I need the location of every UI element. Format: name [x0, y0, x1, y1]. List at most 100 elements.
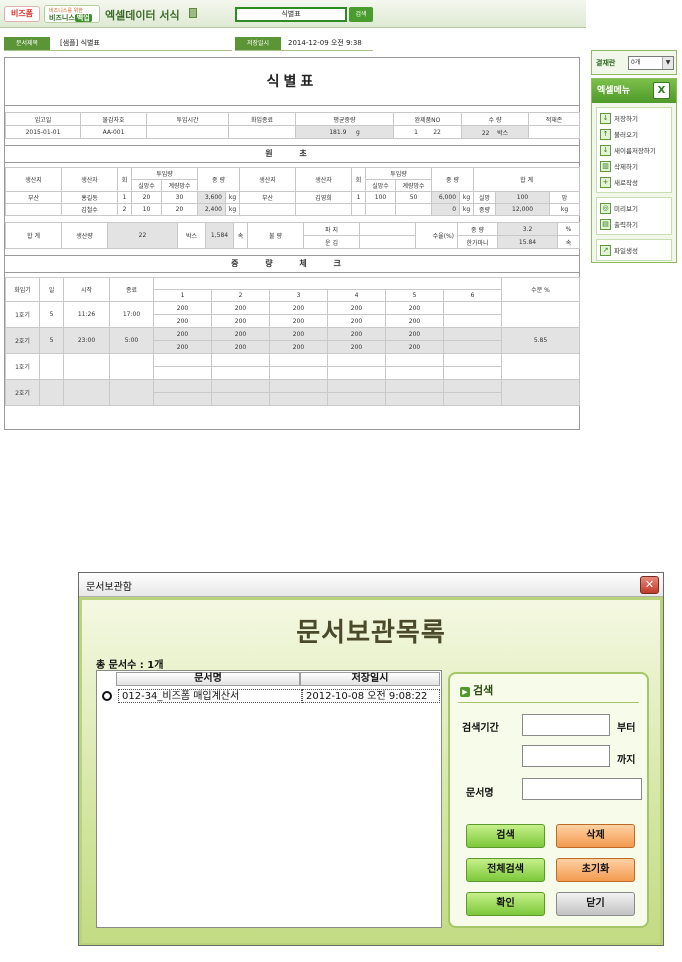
wt-day[interactable] [39, 353, 64, 380]
search-all-button[interactable]: 전체검색 [466, 858, 545, 882]
wt-start[interactable]: 23:00 [63, 327, 110, 354]
approval-select[interactable]: 0개 ▼ [628, 56, 674, 70]
wt-cell[interactable] [385, 366, 444, 380]
wt-moisture[interactable] [501, 301, 580, 328]
raw-wcount2[interactable] [395, 203, 433, 216]
menu-delete[interactable]: ▥ 삭제하기 [597, 158, 671, 174]
wt-end[interactable] [109, 379, 154, 406]
wt-moisture[interactable] [501, 353, 580, 380]
wt-cell[interactable] [153, 353, 212, 367]
wt-cell[interactable] [269, 392, 328, 406]
doc-name-input[interactable] [522, 778, 642, 800]
wt-cell[interactable]: 200 [269, 314, 328, 328]
raw-origin[interactable]: 부산 [5, 191, 62, 204]
raw-wcount[interactable]: 30 [161, 191, 198, 204]
col-header-name[interactable]: 문서명 [116, 672, 300, 686]
raw-producer2[interactable]: 김영희 [295, 191, 353, 204]
wt-start[interactable]: 11:26 [63, 301, 110, 328]
wt-cell[interactable] [211, 353, 270, 367]
wt-cell[interactable] [153, 392, 212, 406]
col-header-date[interactable]: 저장일시 [300, 672, 440, 686]
info-avg-weight[interactable]: 181.9 g [295, 125, 394, 139]
list-item[interactable]: 012-34_비즈폼 매입계산서 2012-10-08 오전 9:08:22 [99, 689, 440, 703]
menu-new[interactable]: + 새로작성 [597, 174, 671, 190]
wt-cell[interactable] [443, 314, 502, 328]
sum-pagi-value[interactable] [359, 222, 416, 236]
menu-create-file[interactable]: ↗ 파일생성 [597, 242, 671, 258]
document-list[interactable]: 문서명 저장일시 012-34_비즈폼 매입계산서 2012-10-08 오전 … [96, 670, 442, 928]
close-icon[interactable]: ✕ [640, 576, 659, 594]
raw-producer2[interactable] [295, 203, 353, 216]
wt-start[interactable] [63, 353, 110, 380]
wt-cell[interactable] [211, 392, 270, 406]
wt-cell[interactable]: 200 [327, 301, 386, 315]
confirm-button[interactable]: 확인 [466, 892, 545, 916]
raw-count[interactable]: 20 [131, 191, 162, 204]
info-end-time[interactable] [228, 125, 296, 139]
menu-save-as[interactable]: ↓ 새이름저장하기 [597, 142, 671, 158]
sum-ungim-value[interactable] [359, 235, 416, 249]
raw-count[interactable]: 10 [131, 203, 162, 216]
wt-cell[interactable]: 200 [327, 314, 386, 328]
wt-cell[interactable]: 200 [269, 327, 328, 341]
wt-end[interactable]: 17:00 [109, 301, 154, 328]
wt-cell[interactable]: 200 [211, 314, 270, 328]
wt-cell[interactable] [153, 379, 212, 393]
wt-cell[interactable]: 200 [211, 340, 270, 354]
dialog-titlebar[interactable]: 문서보관함 ✕ [79, 573, 663, 597]
info-qty[interactable]: 22 박스 [461, 125, 529, 139]
business-backup-logo[interactable]: 비즈니스를 위한 비즈니스 백업 [44, 5, 100, 23]
raw-count2[interactable]: 100 [365, 191, 397, 204]
raw-origin[interactable] [5, 203, 62, 216]
wt-dryer[interactable]: 2호기 [5, 327, 40, 354]
wt-cell[interactable] [443, 379, 502, 393]
wt-cell[interactable] [385, 392, 444, 406]
wt-start[interactable] [63, 379, 110, 406]
wt-cell[interactable] [443, 353, 502, 367]
raw-round2[interactable] [351, 203, 367, 216]
wt-cell[interactable]: 200 [327, 340, 386, 354]
wt-cell[interactable] [269, 366, 328, 380]
wt-cell[interactable]: 200 [211, 301, 270, 315]
wt-cell[interactable] [385, 353, 444, 367]
wt-cell[interactable]: 200 [153, 327, 212, 341]
raw-wcount[interactable]: 20 [161, 203, 198, 216]
wt-cell[interactable] [443, 392, 502, 406]
wt-cell[interactable]: 200 [153, 301, 212, 315]
wt-cell[interactable]: 200 [269, 340, 328, 354]
raw-wcount2[interactable]: 50 [395, 191, 433, 204]
wt-dryer[interactable]: 1호기 [5, 301, 40, 328]
raw-round2[interactable]: 1 [351, 191, 367, 204]
raw-round[interactable]: 1 [117, 191, 132, 204]
wt-cell[interactable]: 200 [385, 340, 444, 354]
wt-cell[interactable] [443, 301, 502, 315]
wt-day[interactable] [39, 379, 64, 406]
raw-count2[interactable] [365, 203, 397, 216]
wt-cell[interactable] [385, 379, 444, 393]
raw-origin2[interactable] [239, 203, 297, 216]
info-product-no[interactable]: 1 22 [393, 125, 462, 139]
wt-end[interactable]: 5:00 [109, 327, 154, 354]
wt-cell[interactable] [153, 366, 212, 380]
raw-origin2[interactable]: 부산 [239, 191, 297, 204]
chevron-down-icon[interactable]: ▼ [662, 57, 673, 69]
wt-cell[interactable]: 200 [211, 327, 270, 341]
period-to-input[interactable] [522, 745, 610, 767]
menu-print[interactable]: ▤ 출력하기 [597, 216, 671, 232]
wt-cell[interactable]: 200 [153, 314, 212, 328]
raw-round[interactable]: 2 [117, 203, 132, 216]
raw-producer[interactable]: 홍길동 [61, 191, 118, 204]
wt-cell[interactable]: 200 [327, 327, 386, 341]
top-search-input[interactable]: 식별표 [235, 7, 347, 22]
top-search-button[interactable]: 검색 [349, 7, 373, 22]
wt-dryer[interactable]: 2호기 [5, 379, 40, 406]
wt-cell[interactable] [269, 353, 328, 367]
wt-cell[interactable]: 200 [385, 301, 444, 315]
wt-dryer[interactable]: 1호기 [5, 353, 40, 380]
select-radio[interactable] [102, 691, 112, 701]
bizforms-logo[interactable]: 비즈폼 [4, 6, 40, 22]
wt-cell[interactable] [269, 379, 328, 393]
wt-cell[interactable] [327, 392, 386, 406]
wt-end[interactable] [109, 353, 154, 380]
period-from-input[interactable] [522, 714, 610, 736]
